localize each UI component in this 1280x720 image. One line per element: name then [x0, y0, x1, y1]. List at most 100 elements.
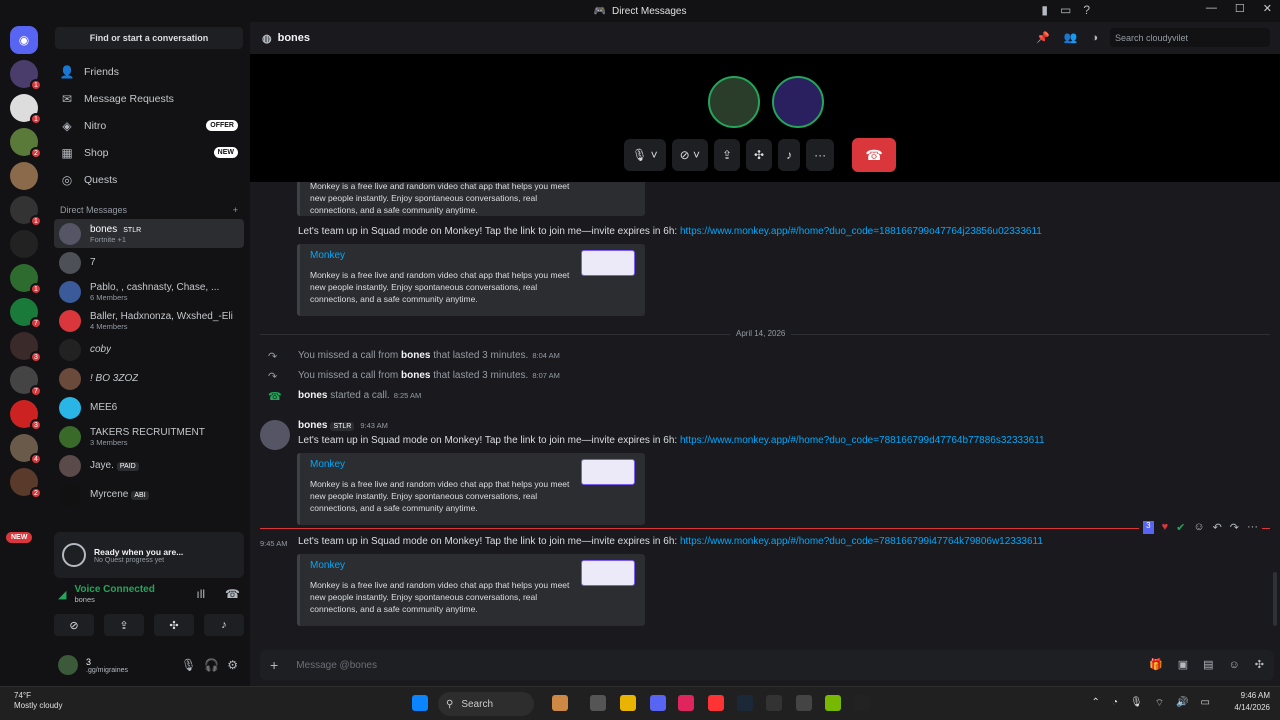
bookmark-icon[interactable]: ▮	[1041, 3, 1048, 17]
taskbar-search[interactable]: ⚲ Search	[438, 692, 534, 716]
inbox-icon[interactable]: ▭	[1060, 3, 1071, 17]
call-participant-avatar[interactable]	[708, 76, 760, 128]
steam-icon[interactable]	[737, 695, 753, 711]
add-dm-icon[interactable]: +	[233, 205, 238, 215]
app-icon[interactable]	[678, 695, 694, 711]
add-reaction-icon[interactable]: ☺	[1193, 521, 1204, 534]
opera-icon[interactable]	[708, 695, 724, 711]
hang-up-button[interactable]: ☎	[852, 138, 897, 172]
soundboard-button[interactable]: ♪	[204, 614, 244, 636]
dm-item-bones[interactable]: bones STLR Fortnite +1	[54, 219, 244, 248]
link-embed[interactable]: Monkey Monkey is a free live and random …	[297, 554, 645, 626]
dm-item[interactable]: Baller, Hadxnonza, Wxshed_-Eli 4 Members	[48, 306, 250, 335]
server-icon[interactable]: 1	[10, 264, 42, 295]
chevron-up-icon[interactable]: ⌃	[1092, 697, 1100, 710]
embed-thumbnail[interactable]	[581, 560, 635, 586]
dm-item[interactable]: TAKERS RECRUITMENT 3 Members	[48, 422, 250, 451]
file-explorer-icon[interactable]	[620, 695, 636, 711]
add-friends-icon[interactable]: 👥	[1064, 31, 1078, 44]
server-icon[interactable]: 2	[10, 468, 42, 499]
sys-user[interactable]: bones	[298, 390, 327, 401]
noise-suppression-icon[interactable]: ıll	[196, 587, 205, 601]
app-icon[interactable]	[552, 695, 568, 711]
author-name[interactable]: bones	[298, 420, 327, 431]
minimize-button[interactable]: —	[1206, 2, 1217, 15]
message-composer[interactable]: + Message @bones 🎁 ▣ ▤ ☺ ✣	[260, 650, 1274, 680]
share-screen-button[interactable]: ⇪	[713, 139, 741, 171]
sys-user[interactable]: bones	[401, 350, 430, 361]
forward-icon[interactable]: ↷	[1230, 521, 1239, 534]
weather-widget[interactable]: 74°F Mostly cloudy	[14, 691, 62, 711]
profile-icon[interactable]: ◑	[1091, 31, 1098, 44]
invite-link[interactable]: https://www.monkey.app/#/home?duo_code=7…	[680, 536, 1043, 547]
microphone-icon[interactable]: 🎙	[1130, 697, 1143, 710]
maximize-button[interactable]: ☐	[1235, 2, 1245, 15]
gift-icon[interactable]: 🎁	[1149, 658, 1163, 671]
server-icon[interactable]: 4	[10, 434, 42, 465]
settings-gear-icon[interactable]: ⚙	[227, 658, 238, 672]
nav-friends[interactable]: 👤 Friends	[48, 58, 250, 85]
nav-message-requests[interactable]: ✉ Message Requests	[48, 85, 250, 112]
add-attachment-icon[interactable]: +	[270, 657, 278, 673]
dm-item[interactable]: 7	[48, 248, 250, 277]
scrollbar[interactable]	[1273, 572, 1277, 626]
voice-status[interactable]: Voice Connected	[74, 584, 154, 595]
close-button[interactable]: ✕	[1263, 2, 1272, 15]
link-embed[interactable]: Monkey Monkey is a free live and random …	[297, 244, 645, 316]
wifi-icon[interactable]: ⌔	[1155, 697, 1164, 710]
screenshare-button[interactable]: ⇪	[104, 614, 144, 636]
start-button[interactable]	[412, 695, 428, 711]
reply-icon[interactable]: ↶	[1213, 521, 1222, 534]
apps-icon[interactable]: ✣	[1255, 658, 1264, 671]
volume-icon[interactable]: 🔊	[1176, 697, 1188, 710]
chrome-icon[interactable]	[766, 695, 782, 711]
message-input[interactable]: Message @bones	[296, 660, 377, 671]
invite-link[interactable]: https://www.monkey.app/#/home?duo_code=1…	[680, 226, 1042, 237]
server-icon[interactable]	[10, 162, 38, 190]
camera-button[interactable]: ⊘	[54, 614, 94, 636]
find-conversation-button[interactable]: Find or start a conversation	[55, 27, 243, 49]
nav-shop[interactable]: ▦ Shop NEW	[48, 139, 250, 166]
heart-icon[interactable]: ♥	[1162, 521, 1169, 534]
headphones-icon[interactable]: 🎧	[204, 658, 219, 672]
pin-icon[interactable]: 📌	[1036, 31, 1050, 44]
link-embed[interactable]: Monkey is a free live and random video c…	[297, 182, 645, 216]
dm-item[interactable]: Pablo, , cashnasty, Chase, ... 6 Members	[48, 277, 250, 306]
emoji-icon[interactable]: ☺	[1229, 658, 1240, 671]
invite-link[interactable]: https://www.monkey.app/#/home?duo_code=7…	[680, 435, 1045, 446]
server-icon[interactable]	[10, 230, 38, 258]
quest-card[interactable]: Ready when you are... No Quest progress y…	[54, 532, 244, 578]
network-icon[interactable]: ◔	[1112, 697, 1118, 710]
embed-thumbnail[interactable]	[581, 250, 635, 276]
disconnect-icon[interactable]: ☎	[225, 587, 240, 601]
dm-item[interactable]: MEE6	[48, 393, 250, 422]
gif-icon[interactable]: ▣	[1178, 658, 1188, 671]
server-icon[interactable]: 2	[10, 128, 42, 159]
server-icon[interactable]: 1	[10, 60, 42, 91]
nav-quests[interactable]: ◎ Quests	[48, 166, 250, 193]
app-icon[interactable]	[796, 695, 812, 711]
dm-item[interactable]: ! BO 3ZOZ	[48, 364, 250, 393]
microphone-icon[interactable]: 🎙	[181, 658, 196, 672]
dm-item[interactable]: Myrcene ABI	[48, 480, 250, 509]
nav-nitro[interactable]: ◈ Nitro OFFER	[48, 112, 250, 139]
clock[interactable]: 9:46 AM 4/14/2026	[1234, 690, 1270, 714]
search-input[interactable]: Search cloudyvilet	[1110, 28, 1270, 47]
check-icon[interactable]: ✔	[1176, 521, 1185, 534]
avatar[interactable]	[58, 655, 78, 675]
embed-thumbnail[interactable]	[581, 459, 635, 485]
help-icon[interactable]: ?	[1083, 3, 1090, 17]
server-icon[interactable]: 3	[10, 400, 42, 431]
dm-item[interactable]: coby	[48, 335, 250, 364]
home-button[interactable]: ◉	[10, 26, 38, 54]
server-icon[interactable]: 3	[10, 332, 42, 363]
battery-icon[interactable]: ▭	[1201, 697, 1210, 710]
server-icon[interactable]: 1	[10, 196, 42, 227]
server-icon[interactable]: 7	[10, 298, 42, 329]
camera-toggle-button[interactable]: ⊘ ˅	[671, 139, 708, 171]
discord-app-icon[interactable]	[650, 695, 666, 711]
server-icon[interactable]: 1	[10, 94, 42, 125]
epic-games-icon[interactable]	[854, 695, 870, 711]
nvidia-icon[interactable]	[825, 695, 841, 711]
activities-button[interactable]: ✣	[154, 614, 194, 636]
